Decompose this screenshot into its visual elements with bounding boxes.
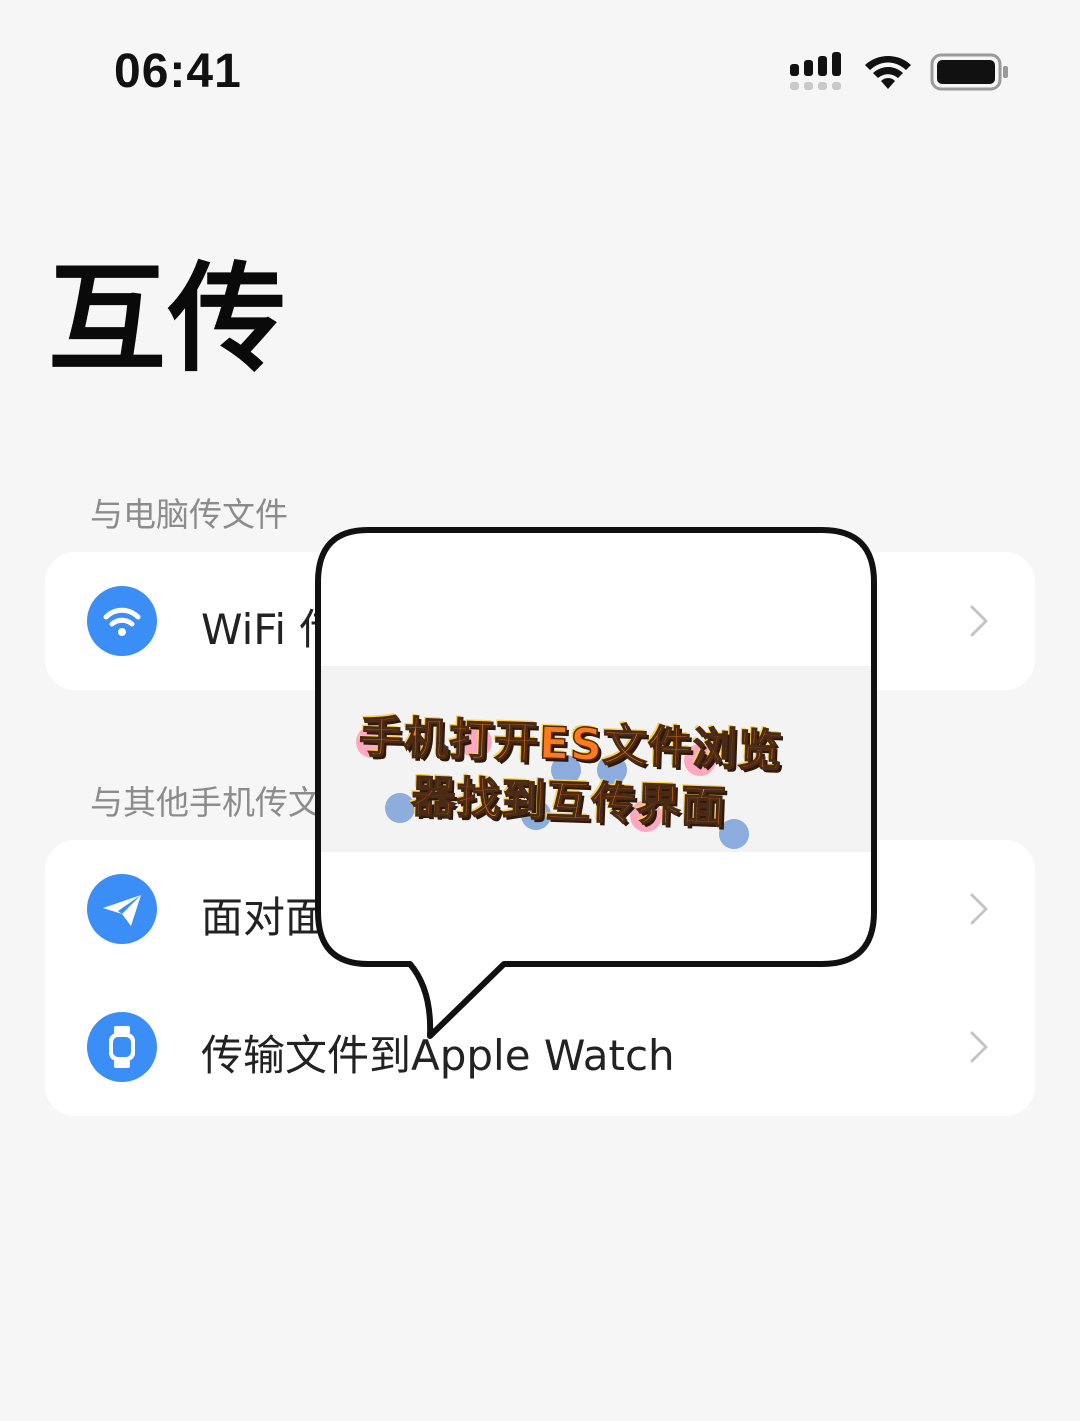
chevron-right-icon xyxy=(970,893,988,925)
callout-text: 手机打开ES文件浏览器找到互传界面 xyxy=(358,711,785,834)
chevron-right-icon xyxy=(970,1031,988,1063)
watch-icon xyxy=(87,1012,157,1082)
paper-plane-icon xyxy=(87,874,157,944)
status-time: 06:41 xyxy=(114,45,242,98)
wifi-transfer-label: WiFi 传 xyxy=(201,605,342,654)
list-item-face-to-face[interactable]: 面对面传 xyxy=(45,840,1035,978)
battery-icon xyxy=(930,53,1008,91)
card-computer-transfer: WiFi 传 xyxy=(45,552,1035,690)
cellular-signal-icon xyxy=(790,52,841,90)
status-bar: 06:41 xyxy=(0,0,1080,140)
list-item-apple-watch[interactable]: 传输文件到Apple Watch xyxy=(45,978,1035,1116)
wifi-icon xyxy=(865,56,911,89)
card-phone-transfer: 面对面传 传输文件到Apple Watch xyxy=(45,840,1035,1116)
page-title: 互传 xyxy=(48,250,289,388)
apple-watch-label: 传输文件到Apple Watch xyxy=(201,1031,675,1080)
wifi-circle-icon xyxy=(87,586,157,656)
list-item-wifi-transfer[interactable]: WiFi 传 xyxy=(45,552,1035,690)
face-to-face-label: 面对面传 xyxy=(201,893,370,942)
section-label-computer: 与电脑传文件 xyxy=(90,495,288,534)
chevron-right-icon xyxy=(970,605,988,637)
section-label-phone: 与其他手机传文 xyxy=(90,783,321,822)
